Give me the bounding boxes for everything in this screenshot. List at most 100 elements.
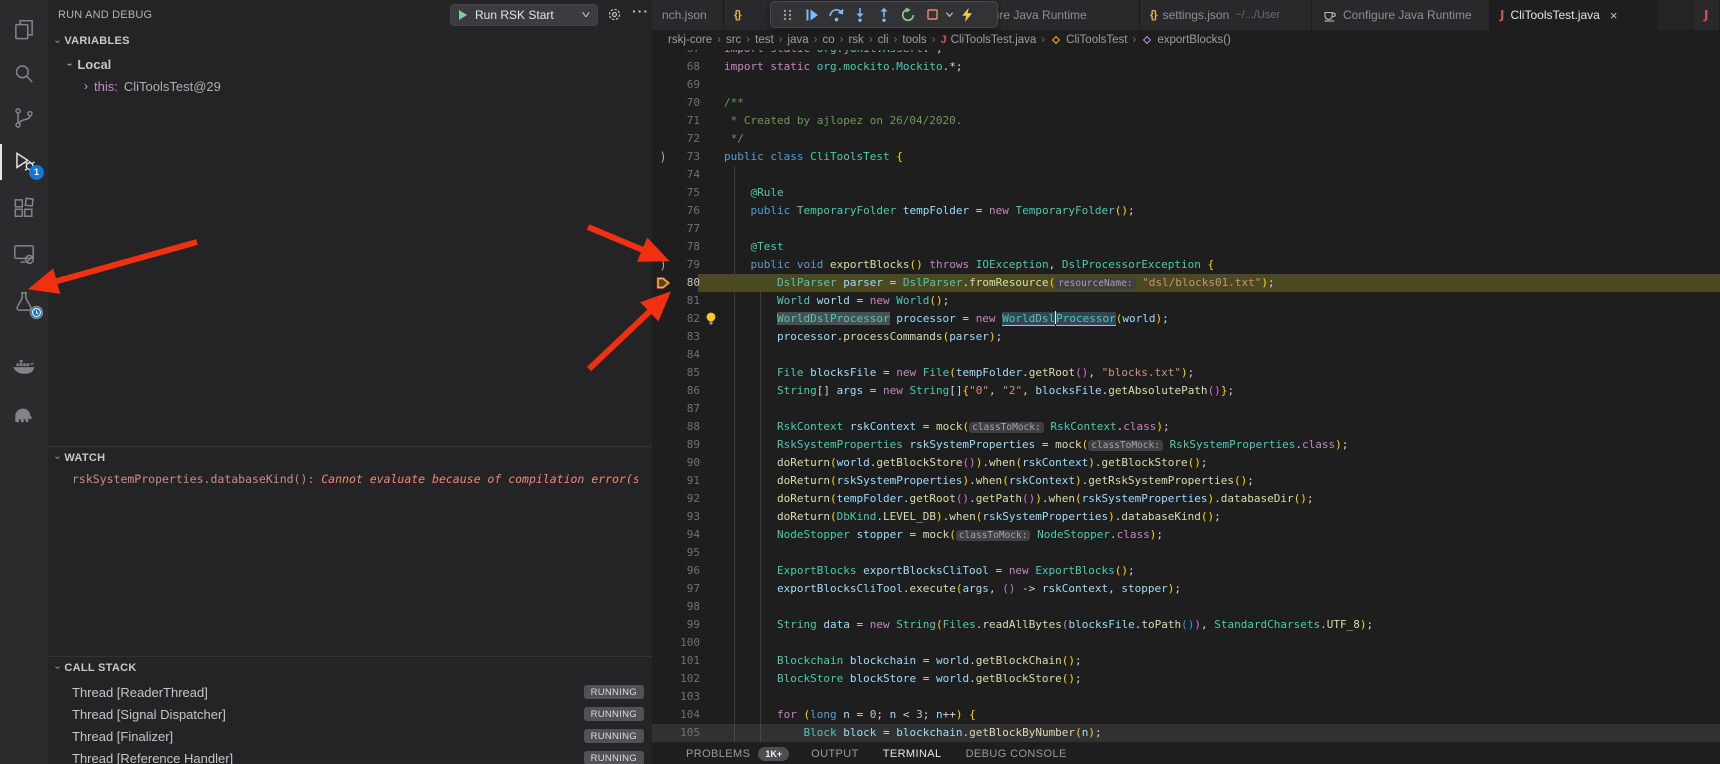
source-control-icon[interactable] [0, 96, 48, 140]
code-line-68[interactable]: 68import static org.mockito.Mockito.*; [652, 58, 1720, 76]
tab-clitoolstest-java[interactable]: JCliToolsTest.java× [1490, 0, 1658, 30]
code-line-86[interactable]: 86 String[] args = new String[]{"0", "2"… [652, 382, 1720, 400]
run-config-dropdown[interactable]: Run RSK Start ˅ [450, 4, 598, 26]
code-line-75[interactable]: 75 @Rule [652, 184, 1720, 202]
code-line-97[interactable]: 97 exportBlocksCliTool.execute(args, () … [652, 580, 1720, 598]
code-line-70[interactable]: 70/** [652, 94, 1720, 112]
code-line-71[interactable]: 71 * Created by ajlopez on 26/04/2020. [652, 112, 1720, 130]
code-editor[interactable]: 67import static org.junit.Assert.*;68imp… [652, 50, 1720, 744]
stop-button[interactable] [920, 3, 944, 27]
panel-tab-problems[interactable]: PROBLEMS [686, 748, 750, 760]
code-line-100[interactable]: 100 [652, 634, 1720, 652]
code-line-99[interactable]: 99 String data = new String(Files.readAl… [652, 616, 1720, 634]
code-line-78[interactable]: 78 @Test [652, 238, 1720, 256]
tab-configure-java-runtime[interactable]: Configure Java Runtime [1312, 0, 1490, 30]
code-line-98[interactable]: 98 [652, 598, 1720, 616]
gradle-icon[interactable] [0, 392, 48, 436]
panel-tab-output[interactable]: OUTPUT [811, 748, 859, 760]
gear-icon[interactable] [607, 7, 622, 27]
code-line-101[interactable]: 101 Blockchain blockchain = world.getBlo… [652, 652, 1720, 670]
restart-button[interactable] [896, 3, 920, 27]
code-line-74[interactable]: 74 [652, 166, 1720, 184]
close-icon[interactable]: × [1610, 8, 1618, 23]
call-stack-thread-row[interactable]: Thread [ReaderThread]RUNNING [48, 682, 652, 704]
breadcrumb-item[interactable]: JCliToolsTest.java [941, 34, 1037, 46]
code-line-96[interactable]: 96 ExportBlocks exportBlocksCliTool = ne… [652, 562, 1720, 580]
code-line-90[interactable]: 90 doReturn(world.getBlockStore()).when(… [652, 454, 1720, 472]
search-icon[interactable] [0, 52, 48, 96]
code-line-76[interactable]: 76 public TemporaryFolder tempFolder = n… [652, 202, 1720, 220]
code-line-82[interactable]: 82 WorldDslProcessor processor = new Wor… [652, 310, 1720, 328]
tab-nch-json[interactable]: nch.json [652, 0, 724, 30]
code-line-72[interactable]: 72 */ [652, 130, 1720, 148]
variables-section-header[interactable]: › VARIABLES [48, 30, 652, 52]
continue-button[interactable] [800, 3, 824, 27]
breadcrumb-item[interactable]: CliToolsTest [1050, 34, 1127, 46]
code-line-93[interactable]: 93 doReturn(DbKind.LEVEL_DB).when(rskSys… [652, 508, 1720, 526]
run-and-debug-icon[interactable]: 1 [0, 140, 48, 184]
code-text: DslParser parser = DslParser.fromResourc… [724, 274, 1275, 293]
code-line-94[interactable]: 94 NodeStopper stopper = mock(classToMoc… [652, 526, 1720, 544]
breadcrumb-item[interactable]: exportBlocks() [1141, 34, 1231, 46]
explorer-icon[interactable] [0, 8, 48, 52]
tab-partial[interactable]: J [1694, 0, 1720, 30]
code-line-91[interactable]: 91 doReturn(rskSystemProperties).when(rs… [652, 472, 1720, 490]
stop-dropdown-button[interactable] [944, 3, 955, 27]
call-stack-thread-row[interactable]: Thread [Reference Handler]RUNNING [48, 748, 652, 764]
watch-expression-row[interactable]: rskSystemProperties.databaseKind(): Cann… [72, 468, 638, 490]
watch-section-header[interactable]: › WATCH [48, 446, 652, 468]
breadcrumb-item[interactable]: rskj-core [668, 34, 712, 46]
code-line-83[interactable]: 83 processor.processCommands(parser); [652, 328, 1720, 346]
tab-settings-json[interactable]: {}settings.json~/.../User [1140, 0, 1312, 30]
code-line-84[interactable]: 84 [652, 346, 1720, 364]
step-over-button[interactable] [824, 3, 848, 27]
code-line-104[interactable]: 104 for (long n = 0; n < 3; n++) { [652, 706, 1720, 724]
code-line-87[interactable]: 87 [652, 400, 1720, 418]
code-line-85[interactable]: 85 File blocksFile = new File(tempFolder… [652, 364, 1720, 382]
breadcrumb-item[interactable]: tools [902, 34, 926, 46]
bottom-panel-tabs: PROBLEMS1K+OUTPUTTERMINALDEBUG CONSOLE [652, 744, 1720, 764]
code-line-69[interactable]: 69 [652, 76, 1720, 94]
code-line-80[interactable]: 80 DslParser parser = DslParser.fromReso… [652, 274, 1720, 292]
breadcrumb-item[interactable]: src [726, 34, 741, 46]
breadcrumb-item[interactable]: cli [878, 34, 889, 46]
call-stack-thread-row[interactable]: Thread [Signal Dispatcher]RUNNING [48, 704, 652, 726]
code-line-88[interactable]: 88 RskContext rskContext = mock(classToM… [652, 418, 1720, 436]
call-stack-section-header[interactable]: › CALL STACK [48, 656, 652, 678]
variables-scope-local[interactable]: › Local [68, 53, 111, 75]
code-line-105[interactable]: 105 Block block = blockchain.getBlockByN… [652, 724, 1720, 742]
remote-explorer-icon[interactable] [0, 232, 48, 276]
code-text: exportBlocksCliTool.execute(args, () -> … [724, 580, 1181, 598]
code-line-73[interactable]: )73public class CliToolsTest { [652, 148, 1720, 166]
line-number: 82 [652, 310, 700, 328]
code-line-81[interactable]: 81 World world = new World(); [652, 292, 1720, 310]
more-actions-icon[interactable]: ··· [632, 3, 649, 19]
call-stack-thread-row[interactable]: Thread [Finalizer]RUNNING [48, 726, 652, 748]
code-line-95[interactable]: 95 [652, 544, 1720, 562]
breadcrumb[interactable]: rskj-core›src›test›java›co›rsk›cli›tools… [652, 30, 1720, 50]
panel-tab-terminal[interactable]: TERMINAL [883, 748, 942, 760]
code-line-67[interactable]: 67import static org.junit.Assert.*; [652, 50, 1720, 58]
breadcrumb-item[interactable]: co [822, 34, 834, 46]
testing-icon[interactable] [0, 280, 48, 324]
extensions-icon[interactable] [0, 186, 48, 230]
code-line-77[interactable]: 77 [652, 220, 1720, 238]
code-text: RskSystemProperties rskSystemProperties … [724, 436, 1348, 455]
panel-tab-debug-console[interactable]: DEBUG CONSOLE [966, 748, 1067, 760]
step-out-button[interactable] [872, 3, 896, 27]
hot-code-replace-button[interactable] [955, 3, 979, 27]
breadcrumb-separator: › [1041, 34, 1045, 46]
code-line-103[interactable]: 103 [652, 688, 1720, 706]
code-line-92[interactable]: 92 doReturn(tempFolder.getRoot().getPath… [652, 490, 1720, 508]
docker-icon[interactable] [0, 344, 48, 388]
chevron-down-icon: › [52, 666, 63, 669]
code-line-102[interactable]: 102 BlockStore blockStore = world.getBlo… [652, 670, 1720, 688]
breadcrumb-item[interactable]: java [788, 34, 809, 46]
code-line-79[interactable]: )79 public void exportBlocks() throws IO… [652, 256, 1720, 274]
breadcrumb-item[interactable]: rsk [848, 34, 863, 46]
thread-label: Thread [Finalizer] [72, 729, 173, 744]
breadcrumb-item[interactable]: test [755, 34, 774, 46]
code-line-89[interactable]: 89 RskSystemProperties rskSystemProperti… [652, 436, 1720, 454]
variable-this-row[interactable]: › this: CliToolsTest@29 [84, 75, 221, 97]
step-into-button[interactable] [848, 3, 872, 27]
